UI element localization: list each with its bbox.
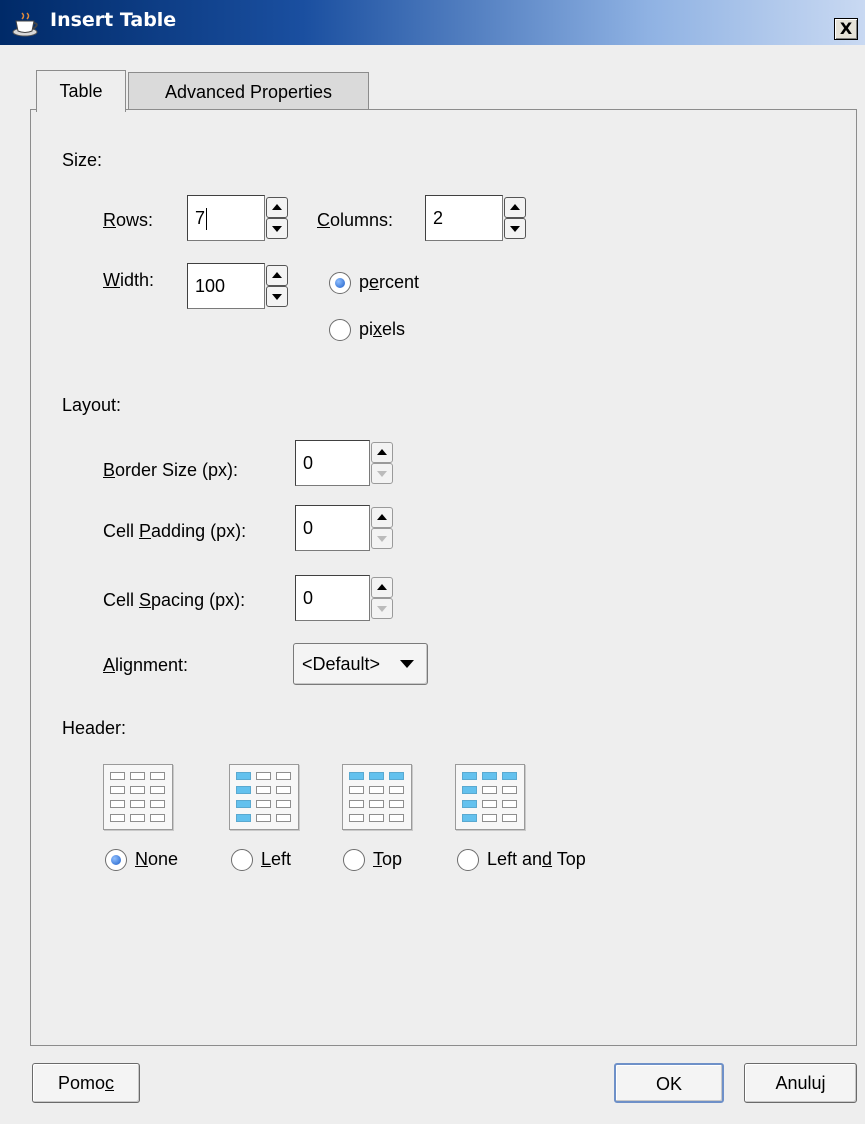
table-cell-glyph: [482, 772, 497, 780]
table-cell-glyph: [349, 800, 364, 808]
cell-padding-label: Cell Padding (px):: [103, 521, 247, 541]
cell-spacing-label: Cell Spacing (px):: [103, 590, 246, 610]
table-cell-glyph: [150, 786, 165, 794]
header-left-and-top-label[interactable]: Left and Top: [487, 849, 586, 870]
table-cell-glyph: [276, 800, 291, 808]
border-size-label: Border Size (px):: [103, 460, 239, 480]
tab-panel-table: [30, 109, 857, 1046]
header-left-label[interactable]: Left: [261, 849, 291, 870]
table-cell-glyph: [150, 814, 165, 822]
columns-label: Columns:: [317, 210, 394, 230]
table-cell-glyph: [502, 772, 517, 780]
table-cell-glyph: [236, 814, 251, 822]
coffee-cup-icon: [12, 11, 42, 37]
header-top-radio[interactable]: [343, 849, 365, 871]
cell-spacing-input[interactable]: 0: [295, 575, 370, 621]
chevron-down-icon: [400, 660, 414, 668]
border-size-input[interactable]: 0: [295, 440, 370, 486]
table-cell-glyph: [130, 772, 145, 780]
table-cell-glyph: [502, 814, 517, 822]
header-none-label[interactable]: None: [135, 849, 178, 870]
table-cell-glyph: [349, 772, 364, 780]
table-cell-glyph: [462, 772, 477, 780]
table-header-none-icon: [103, 764, 173, 830]
header-none-radio[interactable]: [105, 849, 127, 871]
table-header-left-top-icon: [455, 764, 525, 830]
table-cell-glyph: [256, 800, 271, 808]
ok-button[interactable]: OK: [614, 1063, 724, 1103]
table-cell-glyph: [389, 800, 404, 808]
table-cell-glyph: [236, 772, 251, 780]
table-cell-glyph: [110, 772, 125, 780]
table-cell-glyph: [502, 800, 517, 808]
cell-spacing-spinner[interactable]: [371, 577, 393, 619]
table-cell-glyph: [276, 814, 291, 822]
table-cell-glyph: [110, 786, 125, 794]
pixels-label[interactable]: pixels: [359, 319, 405, 340]
tab-advanced-properties[interactable]: Advanced Properties: [128, 72, 369, 110]
rows-spinner[interactable]: [266, 197, 288, 239]
table-cell-glyph: [236, 800, 251, 808]
cell-padding-input[interactable]: 0: [295, 505, 370, 551]
header-section-label: Header:: [62, 718, 127, 738]
table-header-top-icon: [342, 764, 412, 830]
table-cell-glyph: [130, 800, 145, 808]
table-cell-glyph: [256, 786, 271, 794]
columns-spinner[interactable]: [504, 197, 526, 239]
width-input[interactable]: 100: [187, 263, 265, 309]
tab-table[interactable]: Table: [36, 70, 126, 112]
width-label: Width:: [103, 270, 155, 290]
table-cell-glyph: [462, 814, 477, 822]
table-cell-glyph: [389, 814, 404, 822]
pixels-radio[interactable]: [329, 319, 351, 341]
rows-input[interactable]: 7: [187, 195, 265, 241]
table-cell-glyph: [389, 772, 404, 780]
header-left-and-top-radio[interactable]: [457, 849, 479, 871]
table-header-left-icon: [229, 764, 299, 830]
table-cell-glyph: [349, 814, 364, 822]
table-cell-glyph: [462, 800, 477, 808]
cell-padding-spinner[interactable]: [371, 507, 393, 549]
rows-label: Rows:: [103, 210, 154, 230]
table-cell-glyph: [110, 814, 125, 822]
table-cell-glyph: [349, 786, 364, 794]
table-cell-glyph: [110, 800, 125, 808]
size-section-label: Size:: [62, 150, 103, 170]
header-top-label[interactable]: Top: [373, 849, 402, 870]
table-cell-glyph: [482, 800, 497, 808]
table-cell-glyph: [369, 814, 384, 822]
alignment-label: Alignment:: [103, 655, 189, 675]
table-cell-glyph: [482, 814, 497, 822]
table-cell-glyph: [130, 786, 145, 794]
table-cell-glyph: [150, 800, 165, 808]
table-cell-glyph: [256, 772, 271, 780]
table-cell-glyph: [389, 786, 404, 794]
table-cell-glyph: [369, 800, 384, 808]
percent-radio[interactable]: [329, 272, 351, 294]
table-cell-glyph: [369, 786, 384, 794]
table-cell-glyph: [256, 814, 271, 822]
help-button[interactable]: Pomoc: [32, 1063, 140, 1103]
border-size-spinner[interactable]: [371, 442, 393, 484]
columns-input[interactable]: 2: [425, 195, 503, 241]
header-left-radio[interactable]: [231, 849, 253, 871]
width-spinner[interactable]: [266, 265, 288, 307]
table-cell-glyph: [150, 772, 165, 780]
table-cell-glyph: [502, 786, 517, 794]
close-button[interactable]: X: [834, 18, 858, 40]
table-cell-glyph: [462, 786, 477, 794]
table-cell-glyph: [369, 772, 384, 780]
table-cell-glyph: [130, 814, 145, 822]
table-cell-glyph: [276, 786, 291, 794]
cancel-button[interactable]: Anuluj: [744, 1063, 857, 1103]
percent-label[interactable]: percent: [359, 272, 419, 293]
alignment-select[interactable]: <Default>: [293, 643, 428, 685]
table-cell-glyph: [276, 772, 291, 780]
title-bar: Insert Table X: [0, 0, 865, 45]
table-cell-glyph: [236, 786, 251, 794]
layout-section-label: Layout:: [62, 395, 122, 415]
alignment-value: <Default>: [302, 654, 381, 674]
window-title: Insert Table: [50, 9, 177, 31]
table-cell-glyph: [482, 786, 497, 794]
